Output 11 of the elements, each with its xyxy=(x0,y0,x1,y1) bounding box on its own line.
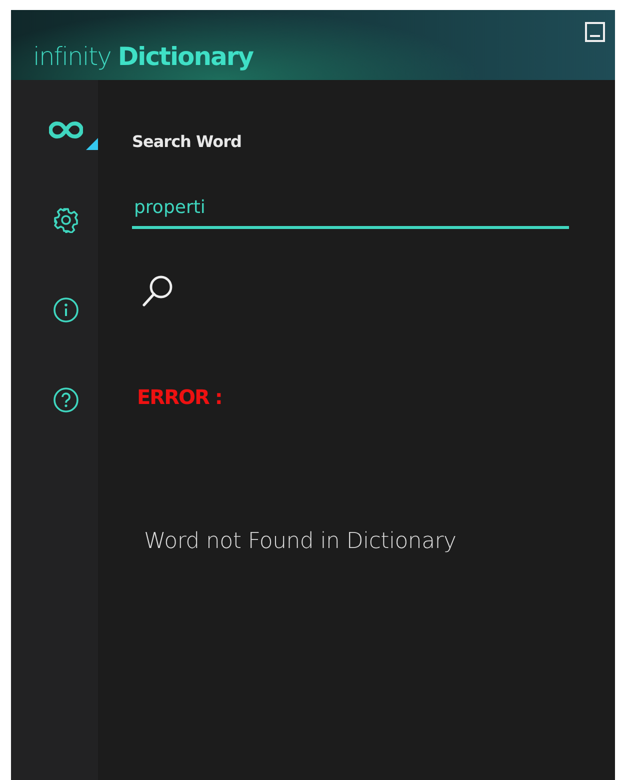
error-label: ERROR : xyxy=(137,385,222,409)
app-title: infinity Dictionary xyxy=(33,42,254,70)
minimize-button[interactable] xyxy=(585,22,605,42)
search-label: Search Word xyxy=(132,132,242,151)
search-field[interactable]: properti xyxy=(132,193,569,229)
error-message: Word not Found in Dictionary xyxy=(144,529,456,554)
help-icon xyxy=(53,387,79,413)
gear-icon xyxy=(53,207,79,233)
selection-marker-icon xyxy=(86,138,98,150)
info-icon xyxy=(53,297,79,323)
infinity-icon xyxy=(49,121,83,139)
